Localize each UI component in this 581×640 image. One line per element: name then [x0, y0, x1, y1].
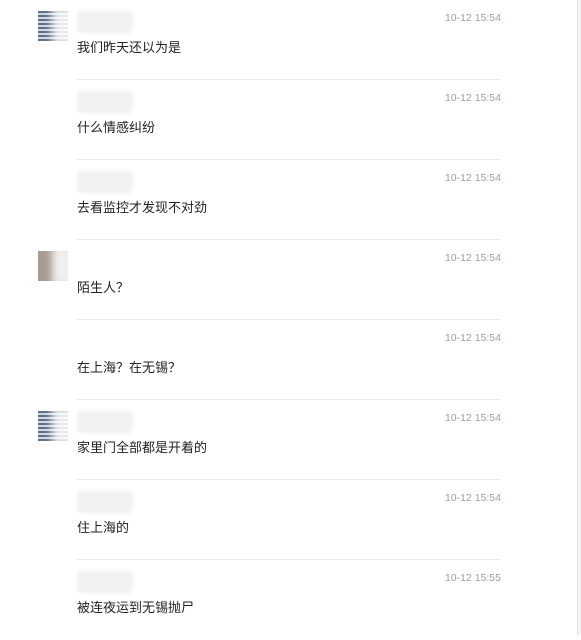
message-text: 去看监控才发现不对劲 — [77, 201, 208, 216]
message-timestamp: 10-12 15:54 — [444, 92, 501, 104]
message-item[interactable]: 10-12 15:54 陌生人？ — [0, 240, 577, 320]
message-text: 住上海的 — [77, 521, 130, 536]
scrollbar-divider — [577, 0, 578, 635]
message-item[interactable]: 10-12 15:55 被连夜运到无锡抛尸 — [0, 560, 577, 640]
message-text: 什么情感纠纷 — [77, 121, 156, 136]
username-redacted — [77, 171, 133, 193]
message-text: 我们昨天还以为是 — [77, 41, 182, 56]
message-item[interactable]: 10-12 15:54 去看监控才发现不对劲 — [0, 160, 577, 240]
message-text: 被连夜运到无锡抛尸 — [77, 601, 195, 616]
username-redacted — [77, 411, 133, 433]
message-item[interactable]: 10-12 15:54 什么情感纠纷 — [0, 80, 577, 160]
message-timestamp: 10-12 15:55 — [444, 572, 501, 584]
message-text: 家里门全部都是开着的 — [77, 441, 208, 456]
message-timestamp: 10-12 15:54 — [444, 332, 501, 344]
message-text: 陌生人？ — [77, 281, 130, 296]
username-redacted — [77, 91, 133, 113]
avatar-mask — [52, 246, 76, 286]
username-redacted — [77, 11, 133, 33]
username-redacted — [77, 571, 133, 593]
message-item[interactable]: 10-12 15:54 在上海？在无锡？ — [0, 320, 577, 400]
message-timestamp: 10-12 15:54 — [444, 12, 501, 24]
message-item[interactable]: 10-12 15:54 我们昨天还以为是 — [0, 0, 577, 80]
message-timestamp: 10-12 15:54 — [444, 492, 501, 504]
avatar-mask — [52, 406, 76, 446]
message-timestamp: 10-12 15:54 — [444, 172, 501, 184]
avatar-mask — [52, 6, 76, 46]
message-text: 在上海？在无锡？ — [77, 361, 182, 376]
message-timestamp: 10-12 15:54 — [444, 412, 501, 424]
username-redacted — [77, 491, 133, 513]
message-list: 10-12 15:54 我们昨天还以为是 10-12 15:54 什么情感纠纷 … — [0, 0, 577, 635]
message-item[interactable]: 10-12 15:54 住上海的 — [0, 480, 577, 560]
message-item[interactable]: 10-12 15:54 家里门全部都是开着的 — [0, 400, 577, 480]
message-timestamp: 10-12 15:54 — [444, 252, 501, 264]
